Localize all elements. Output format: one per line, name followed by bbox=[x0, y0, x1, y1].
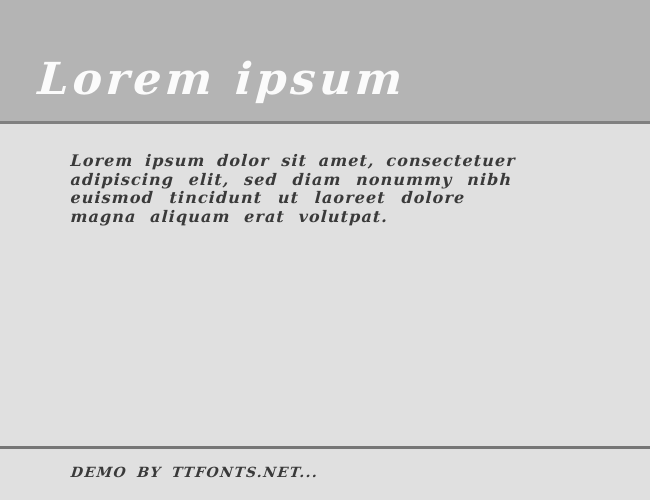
footer-divider bbox=[0, 446, 650, 449]
page-title: Lorem ipsum bbox=[36, 54, 408, 105]
font-specimen-page: Lorem ipsum Lorem ipsum dolor sit amet, … bbox=[0, 0, 650, 500]
header-divider bbox=[0, 121, 650, 124]
sample-text-line: adipiscing elit, sed diam nonummy nibh bbox=[70, 169, 513, 189]
sample-text-block: Lorem ipsum dolor sit amet, consectetuer… bbox=[70, 151, 570, 226]
sample-text-line: Lorem ipsum dolor sit amet, consectetuer bbox=[70, 151, 517, 170]
sample-text-line: magna aliquam erat volutpat. bbox=[70, 206, 389, 226]
sample-text-line: euismod tincidunt ut laoreet dolore bbox=[70, 188, 466, 207]
header-band: Lorem ipsum bbox=[0, 0, 650, 121]
footer-credit-text: DEMO BY TTFONTS.NET... bbox=[70, 465, 320, 481]
